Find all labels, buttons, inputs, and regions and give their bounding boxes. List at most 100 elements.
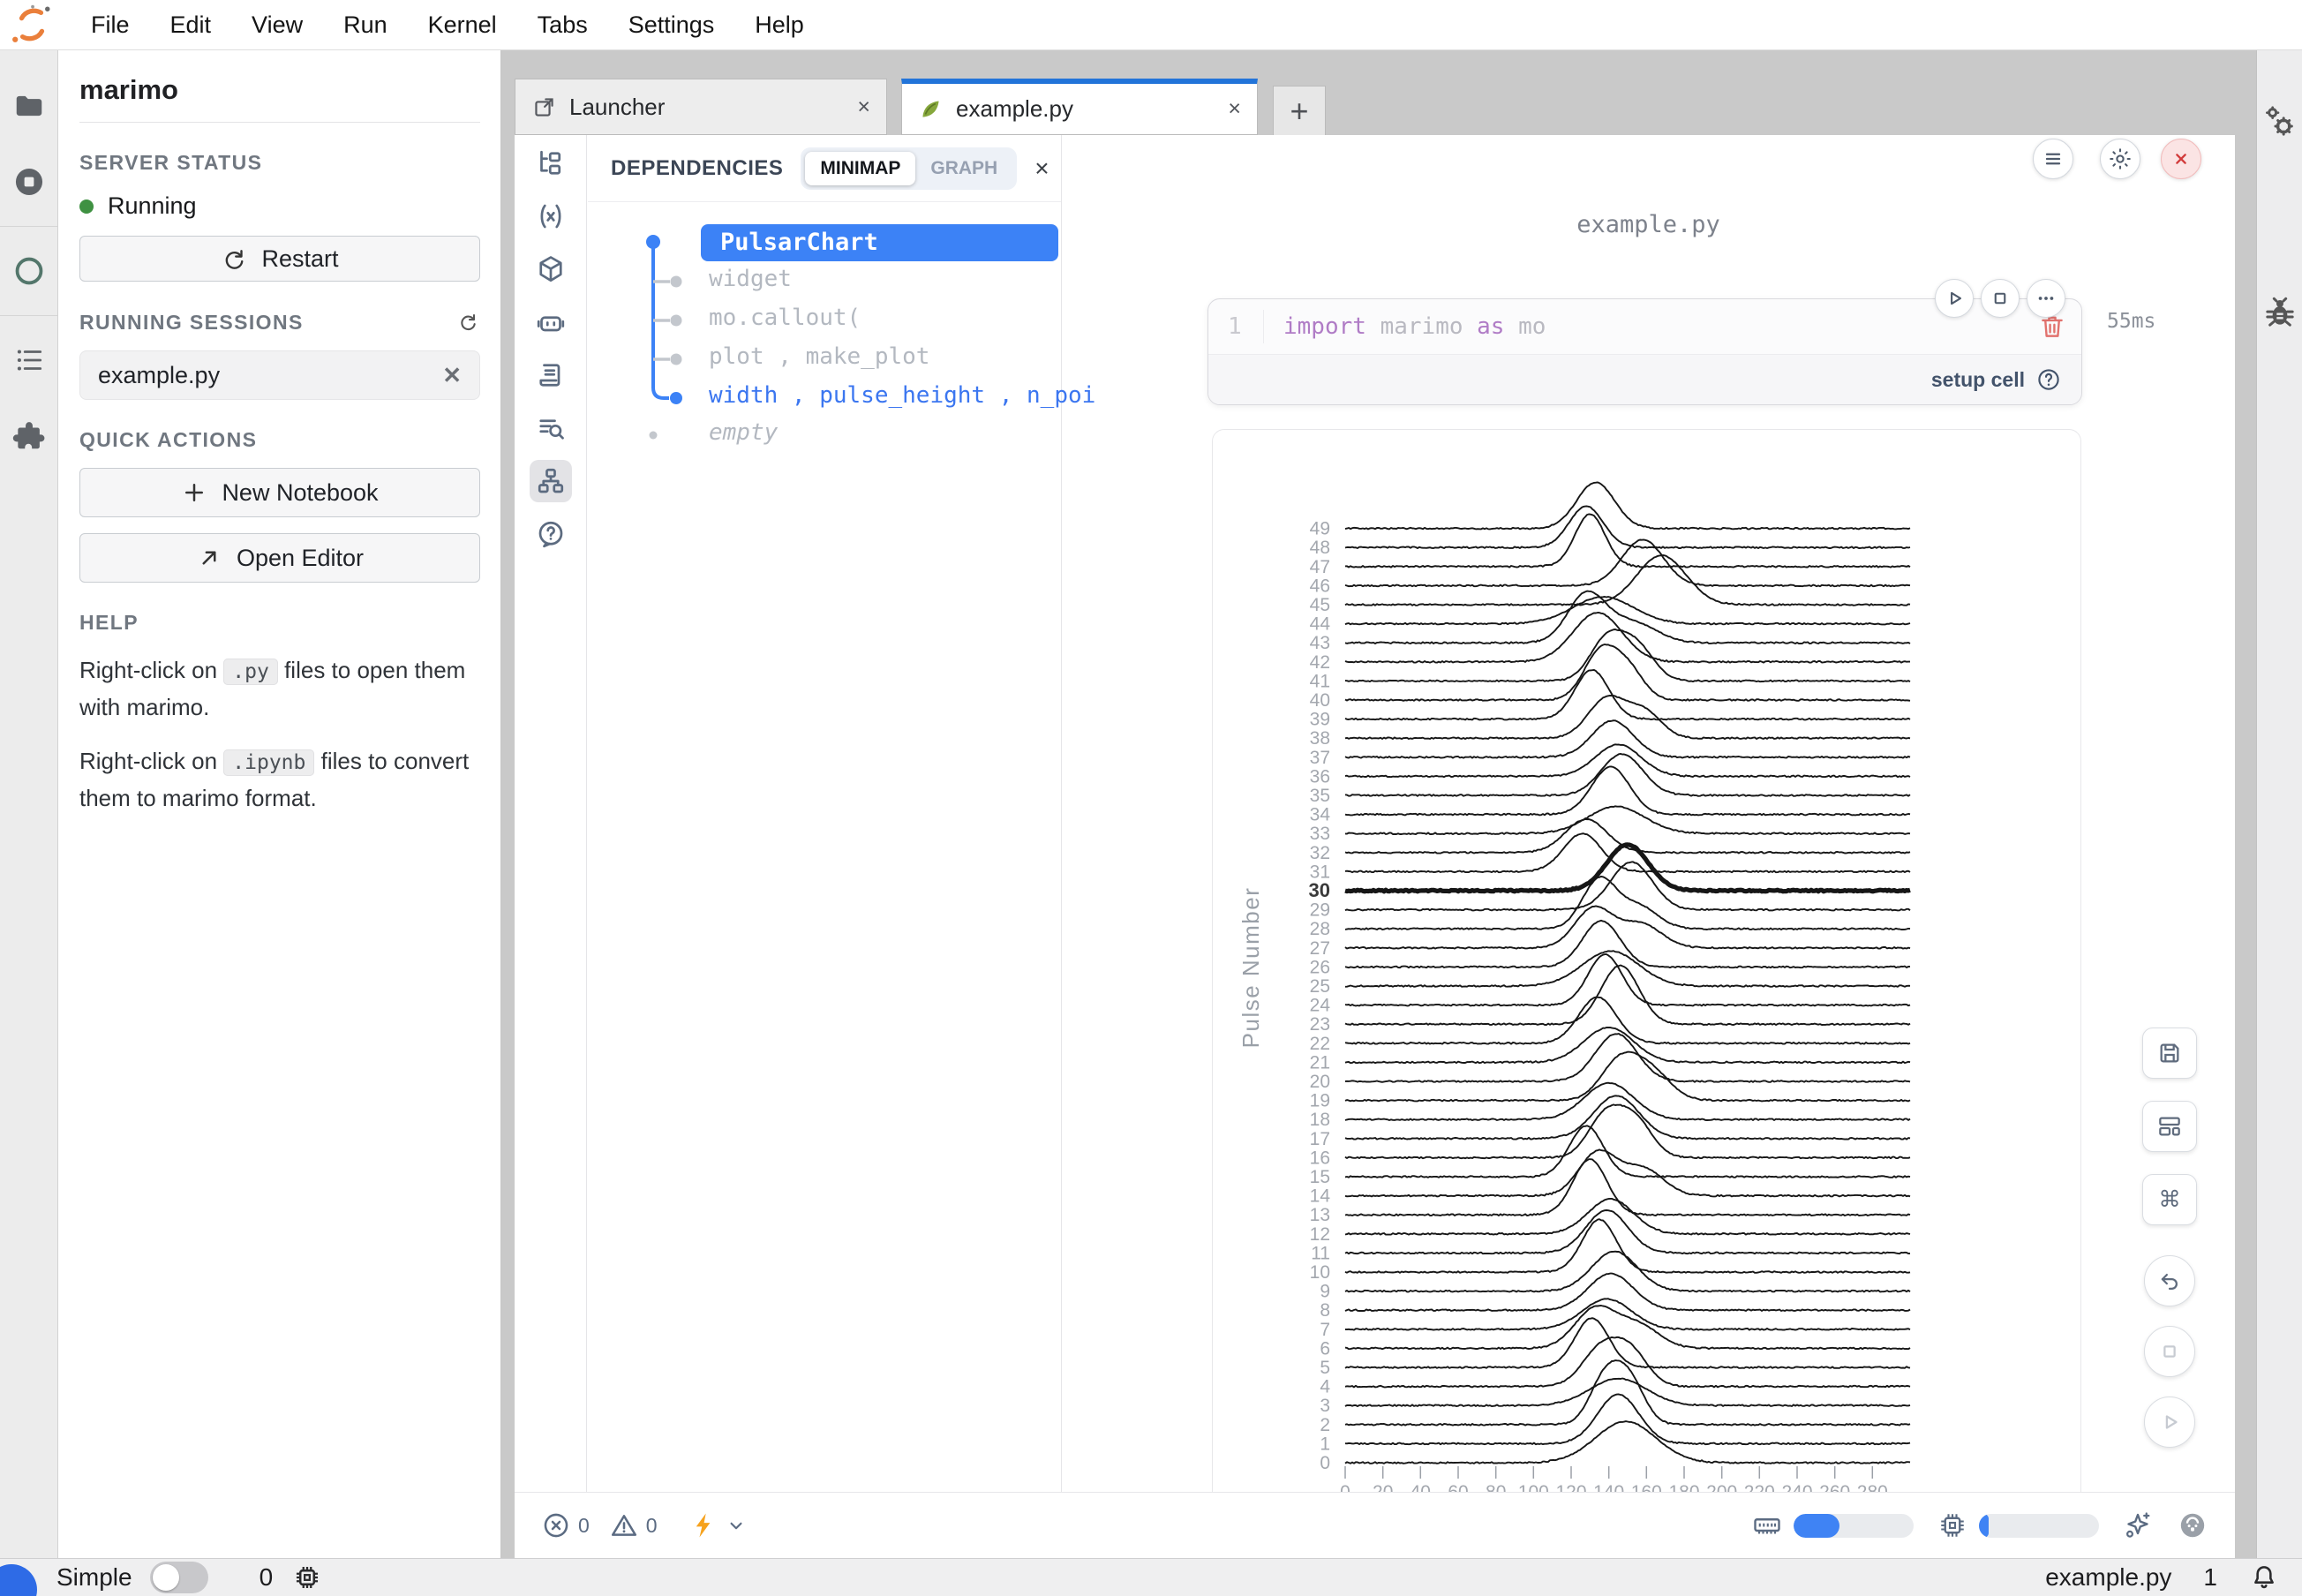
notebook-menu-button[interactable] xyxy=(2033,139,2073,179)
interrupt-button[interactable] xyxy=(2144,1326,2195,1377)
menu-view[interactable]: View xyxy=(231,11,323,39)
chevron-down-icon[interactable] xyxy=(725,1514,748,1537)
cell-more-button[interactable] xyxy=(2027,279,2065,318)
help-circle-icon[interactable] xyxy=(2035,366,2062,393)
setup-cell-label: setup cell xyxy=(1931,368,2025,392)
refresh-sessions-icon[interactable] xyxy=(455,310,480,335)
tab-launcher[interactable]: Launcher × xyxy=(515,79,887,135)
run-all-button[interactable] xyxy=(2144,1396,2195,1448)
dependency-graph-icon[interactable] xyxy=(530,460,572,502)
menu-kernel[interactable]: Kernel xyxy=(408,11,517,39)
menu-settings[interactable]: Settings xyxy=(608,11,735,39)
tab-label: example.py xyxy=(956,95,1073,123)
svg-text:29: 29 xyxy=(1310,900,1330,921)
restart-button[interactable]: Restart xyxy=(79,236,480,282)
divider xyxy=(0,226,57,227)
help-line-2: Right-click on .ipynb files to convert t… xyxy=(79,743,480,817)
ai-sparkle-icon[interactable] xyxy=(2122,1509,2154,1541)
tree-item-1[interactable]: widget xyxy=(709,266,792,292)
menu-run[interactable]: Run xyxy=(323,11,408,39)
stop-circle-icon[interactable] xyxy=(10,162,49,201)
svg-text:260: 260 xyxy=(1819,1482,1850,1492)
tab-close-icon[interactable]: × xyxy=(1228,96,1241,122)
marimo-leaf-icon xyxy=(918,96,944,122)
property-inspector-gears-icon[interactable] xyxy=(2262,104,2298,139)
debugger-bug-icon[interactable] xyxy=(2262,295,2298,330)
svg-text:80: 80 xyxy=(1486,1482,1506,1492)
bell-icon[interactable] xyxy=(2249,1562,2279,1592)
ai-robot-icon[interactable] xyxy=(530,301,572,343)
variables-icon[interactable] xyxy=(530,195,572,237)
warnings-icon[interactable] xyxy=(609,1510,639,1540)
tree-item-3[interactable]: plot , make_plot xyxy=(709,343,929,370)
cpu-status-icon[interactable] xyxy=(292,1562,322,1592)
help-line-1: Right-click on .py files to open them wi… xyxy=(79,652,480,726)
copilot-bird-icon[interactable] xyxy=(2177,1509,2208,1541)
search-list-icon[interactable] xyxy=(530,407,572,449)
file-tree-icon[interactable] xyxy=(530,142,572,184)
marimo-ring-icon[interactable] xyxy=(10,252,49,290)
toggle-minimap[interactable]: MINIMAP xyxy=(805,152,915,185)
ram-icon xyxy=(1751,1509,1783,1541)
arrow-up-right-icon xyxy=(196,545,222,571)
svg-text:0: 0 xyxy=(1320,1453,1330,1473)
svg-text:33: 33 xyxy=(1310,824,1330,844)
launcher-icon xyxy=(531,94,557,120)
errors-icon[interactable] xyxy=(541,1510,571,1540)
undo-icon xyxy=(2156,1268,2183,1294)
save-button[interactable] xyxy=(2142,1028,2197,1079)
session-close-icon[interactable]: ✕ xyxy=(442,362,462,389)
svg-text:13: 13 xyxy=(1310,1205,1330,1225)
command-icon: ⌘ xyxy=(2155,1186,2184,1214)
cell-stop-button[interactable] xyxy=(1981,279,2020,318)
menu-help[interactable]: Help xyxy=(734,11,824,39)
toggle-graph[interactable]: GRAPH xyxy=(915,152,1012,185)
new-tab-button[interactable]: + xyxy=(1273,86,1326,137)
line-number: 1 xyxy=(1228,313,1263,340)
tree-item-empty[interactable]: empty xyxy=(709,419,778,446)
scroll-icon[interactable] xyxy=(530,354,572,396)
tree-root-pulsarchart[interactable]: PulsarChart xyxy=(701,224,1058,261)
svg-text:40: 40 xyxy=(1310,690,1330,711)
corner-notification-badge[interactable] xyxy=(0,1564,37,1596)
tab-example-py[interactable]: example.py × xyxy=(901,79,1258,135)
new-notebook-button[interactable]: New Notebook xyxy=(79,468,480,517)
list-icon[interactable] xyxy=(10,341,49,380)
session-item[interactable]: example.py ✕ xyxy=(79,350,480,400)
code-token: import xyxy=(1283,313,1366,340)
open-editor-button[interactable]: Open Editor xyxy=(79,533,480,583)
tree-item-4[interactable]: width , pulse_height , n_poi xyxy=(709,382,1095,409)
tab-close-icon[interactable]: × xyxy=(857,94,870,120)
svg-text:45: 45 xyxy=(1310,595,1330,615)
more-dots-icon xyxy=(2034,286,2058,311)
lightning-icon[interactable] xyxy=(689,1510,719,1540)
svg-text:19: 19 xyxy=(1310,1091,1330,1111)
menu-edit[interactable]: Edit xyxy=(150,11,232,39)
restart-icon xyxy=(221,245,247,272)
notebook-shutdown-button[interactable] xyxy=(2161,139,2201,179)
py-extension-chip: .py xyxy=(223,659,278,685)
package-icon[interactable] xyxy=(530,248,572,290)
dependencies-close-icon[interactable]: × xyxy=(1034,154,1049,183)
svg-text:3: 3 xyxy=(1320,1396,1330,1416)
layout-button[interactable] xyxy=(2142,1101,2197,1152)
menu-tabs[interactable]: Tabs xyxy=(517,11,608,39)
run-icon xyxy=(2156,1409,2183,1435)
keyboard-shortcuts-button[interactable]: ⌘ xyxy=(2142,1174,2197,1225)
menu-file[interactable]: File xyxy=(71,11,150,39)
svg-text:46: 46 xyxy=(1310,576,1330,596)
undo-button[interactable] xyxy=(2144,1255,2195,1306)
svg-text:280: 280 xyxy=(1857,1482,1888,1492)
tree-item-2[interactable]: mo.callout( xyxy=(709,305,861,331)
setup-cell-footer: setup cell xyxy=(1208,354,2081,404)
svg-text:200: 200 xyxy=(1706,1482,1737,1492)
simple-mode-toggle[interactable] xyxy=(150,1562,208,1593)
folder-icon[interactable] xyxy=(10,87,49,125)
puzzle-icon[interactable] xyxy=(10,417,49,455)
app-shell: marimo SERVER STATUS Running Restart RUN… xyxy=(0,49,2302,1558)
svg-text:32: 32 xyxy=(1310,843,1330,863)
cell-run-button[interactable] xyxy=(1935,279,1974,318)
menu-items: FileEditViewRunKernelTabsSettingsHelp xyxy=(71,11,824,39)
notebook-settings-button[interactable] xyxy=(2100,139,2140,179)
help-icon[interactable] xyxy=(530,513,572,555)
